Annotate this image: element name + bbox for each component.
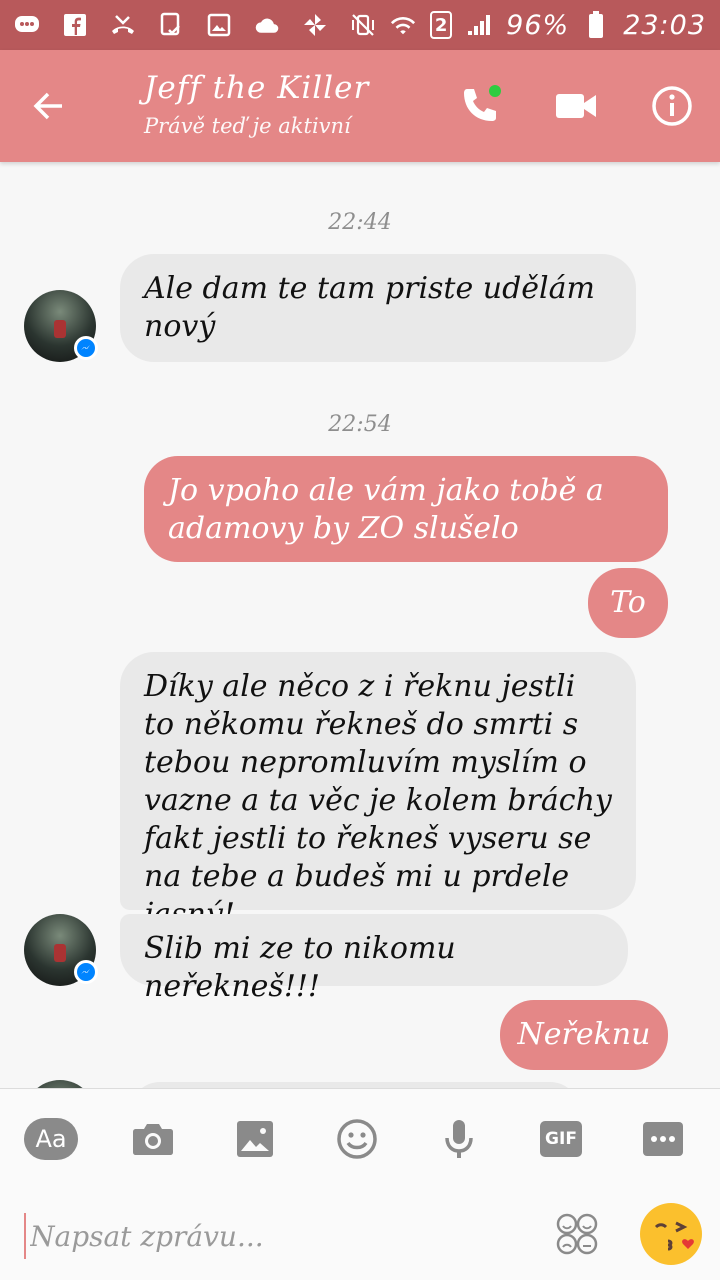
clock: 23:03 — [623, 9, 706, 41]
video-camera-icon — [556, 94, 596, 118]
chat-notification-icon — [14, 12, 40, 38]
image-icon — [237, 1121, 273, 1157]
timestamp: 22:44 — [328, 210, 392, 235]
vibrate-mute-icon — [350, 12, 376, 38]
outgoing-message[interactable]: To — [588, 568, 668, 638]
gif-button[interactable]: GIF — [533, 1111, 589, 1167]
gallery-button[interactable] — [227, 1111, 283, 1167]
message-input[interactable] — [24, 1213, 524, 1259]
battery-icon — [583, 11, 609, 38]
voice-message-button[interactable] — [431, 1111, 487, 1167]
outgoing-message[interactable]: Neřeknu — [500, 1000, 668, 1070]
document-check-icon — [158, 12, 184, 38]
kiss-emoji-icon — [640, 1203, 702, 1265]
status-bar: 2 96% 23:03 — [0, 0, 720, 50]
gallery-icon — [206, 12, 232, 38]
info-button[interactable] — [646, 80, 698, 132]
outgoing-message[interactable]: Jo vpoho ale vám jako tobě a adamovy by … — [144, 456, 668, 562]
stickers-icon — [556, 1213, 598, 1255]
more-button[interactable] — [635, 1111, 691, 1167]
video-call-button[interactable] — [550, 80, 602, 132]
more-dots-icon — [643, 1122, 683, 1156]
avatar[interactable] — [24, 1080, 96, 1088]
message-list[interactable]: 22:44 Ale dam te tam priste udělám nový … — [0, 162, 720, 1088]
text-format-label: Aa — [24, 1118, 78, 1160]
stickers-button[interactable] — [552, 1209, 602, 1259]
active-status: Právě teď je aktivní — [144, 114, 351, 138]
missed-call-icon — [110, 12, 136, 38]
smiley-icon — [337, 1119, 377, 1159]
gif-label: GIF — [540, 1121, 582, 1157]
avatar[interactable] — [24, 290, 98, 362]
text-format-button[interactable]: Aa — [23, 1111, 79, 1167]
incoming-message[interactable]: Ale dam te tam priste udělám nový — [120, 254, 636, 362]
battery-percent: 96% — [506, 9, 570, 41]
compose-row — [0, 1201, 720, 1271]
pinwheel-icon — [302, 12, 328, 38]
info-icon — [652, 86, 692, 126]
camera-button[interactable] — [125, 1111, 181, 1167]
phone-icon — [464, 85, 501, 121]
avatar[interactable] — [24, 914, 98, 986]
voice-call-button[interactable] — [454, 80, 506, 132]
timestamp: 22:54 — [328, 412, 392, 437]
messenger-badge-icon — [74, 960, 98, 984]
contact-name[interactable]: Jeff the Killer — [144, 70, 369, 106]
signal-icon — [466, 12, 492, 38]
incoming-message[interactable]: Slib mi ze to nikomu neřekneš!!! — [120, 914, 628, 1004]
wifi-icon — [390, 12, 416, 38]
incoming-message[interactable]: Díky ale něco z i řeknu jestli to někomu… — [120, 652, 636, 932]
cloud-icon — [254, 12, 280, 38]
sim-badge: 2 — [430, 11, 453, 39]
emoji-button[interactable] — [329, 1111, 385, 1167]
camera-icon — [133, 1124, 173, 1155]
conversation-header: Jeff the Killer Právě teď je aktivní — [0, 50, 720, 162]
kiss-emoji-button[interactable] — [638, 1201, 704, 1267]
back-arrow-icon — [33, 92, 62, 120]
facebook-icon — [62, 12, 88, 38]
microphone-icon — [445, 1120, 473, 1158]
messenger-badge-icon — [74, 336, 98, 360]
composer-toolbar: Aa GIF — [0, 1088, 720, 1280]
back-button[interactable] — [24, 82, 72, 130]
